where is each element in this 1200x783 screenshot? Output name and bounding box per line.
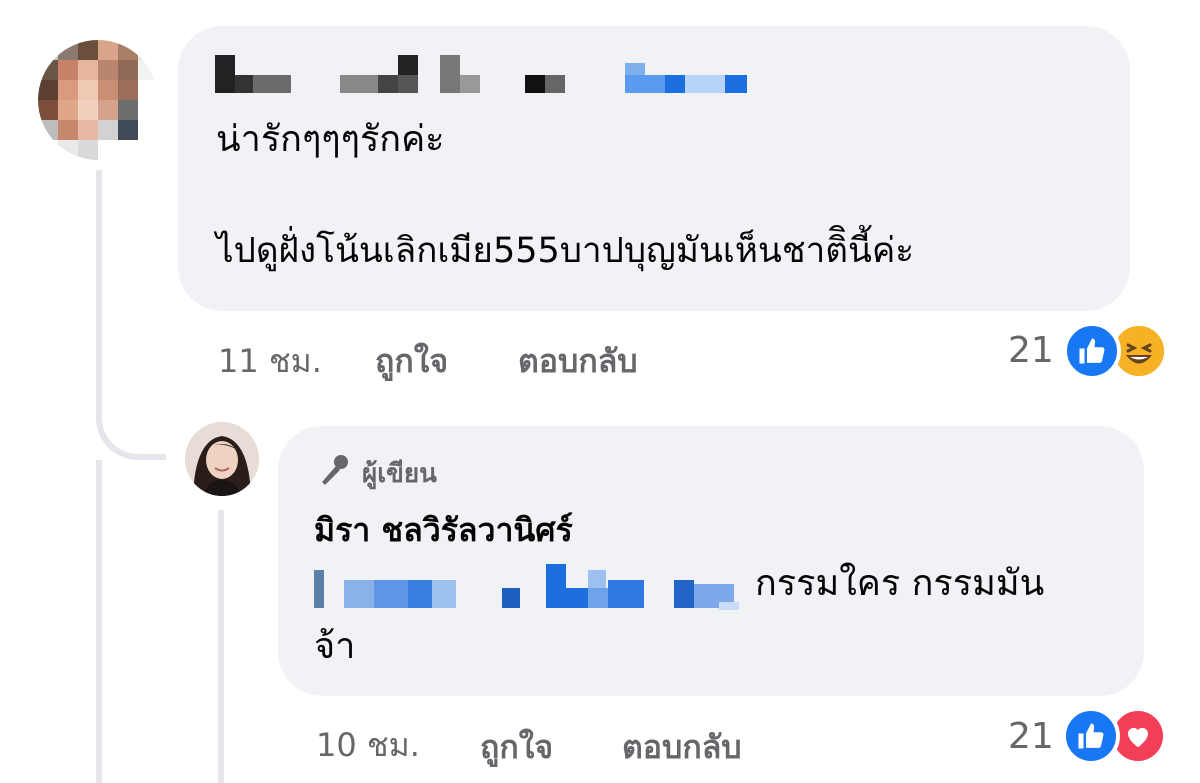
mention-redacted[interactable] <box>314 562 744 610</box>
author-badge: ผู้เขียน <box>316 452 437 495</box>
author-badge-label: ผู้เขียน <box>362 459 437 489</box>
thread-line-main <box>96 170 102 385</box>
reaction-count[interactable]: 21 <box>1008 716 1054 757</box>
reply-text-line: จ้า <box>314 626 356 667</box>
thread-connector-curve <box>96 380 166 460</box>
comment-timestamp[interactable]: 10 ชม. <box>316 720 420 771</box>
author-name[interactable]: มิรา ชลวิรัลวานิศร์ <box>314 505 573 556</box>
thread-line-reply <box>218 510 224 783</box>
microphone-icon <box>316 452 352 495</box>
like-link[interactable]: ถูกใจ <box>375 336 448 387</box>
reaction-count[interactable]: 21 <box>1008 330 1054 371</box>
comment-text-line: ไปดูฝั่งโน้นเลิกเมีย555บาปบุญมันเห็นชาติ… <box>216 231 915 271</box>
thread-line-continue <box>96 460 102 783</box>
comment-timestamp[interactable]: 11 ชม. <box>218 336 322 387</box>
like-link[interactable]: ถูกใจ <box>480 722 553 773</box>
comment-text-line: น่ารักๆๆๆรักค่ะ <box>216 119 445 160</box>
reply-link[interactable]: ตอบกลับ <box>622 722 742 773</box>
reply-link[interactable]: ตอบกลับ <box>518 336 638 387</box>
reply-text-line: กรรมใคร กรรมมัน <box>755 563 1045 604</box>
author-avatar[interactable] <box>185 422 259 496</box>
like-icon[interactable] <box>1063 322 1121 380</box>
like-icon[interactable] <box>1062 707 1120 765</box>
avatar[interactable] <box>38 40 158 160</box>
author-name-redacted[interactable] <box>215 55 755 95</box>
